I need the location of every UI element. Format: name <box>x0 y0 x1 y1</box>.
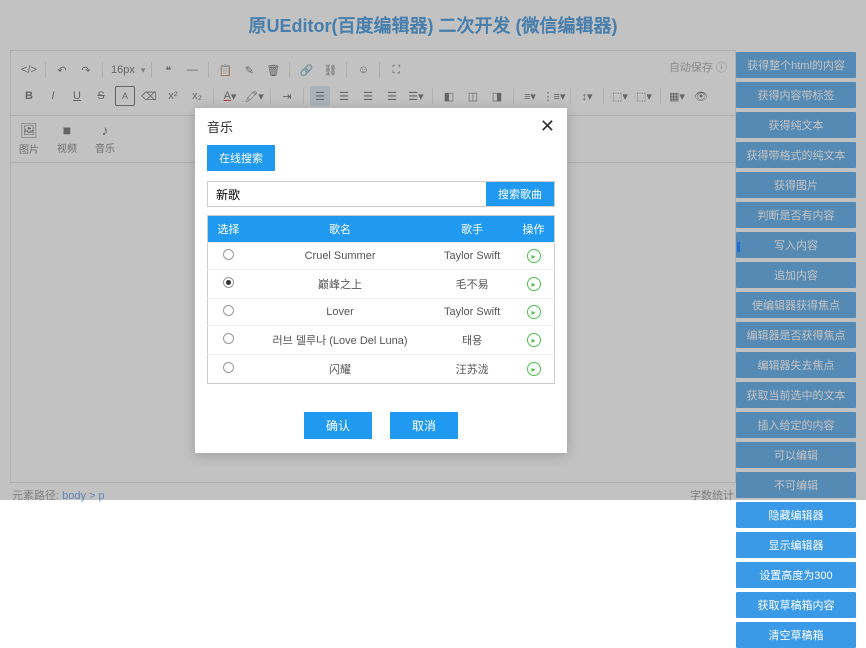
side-btn-18[interactable]: 获取草稿箱内容 <box>736 592 856 618</box>
cancel-button[interactable]: 取消 <box>390 412 458 439</box>
radio-select[interactable] <box>223 249 234 260</box>
table-row: Cruel SummerTaylor Swift ▸ <box>208 243 555 270</box>
song-cell: 巅峰之上 <box>249 270 431 299</box>
close-icon[interactable]: ✕ <box>540 116 555 137</box>
play-icon[interactable]: ▸ <box>527 249 541 263</box>
song-cell: Lover <box>249 299 431 326</box>
side-btn-19[interactable]: 清空草稿箱 <box>736 622 856 648</box>
col-song: 歌名 <box>249 216 431 243</box>
singer-cell: 태용 <box>431 326 513 355</box>
song-cell: 러브 델루나 (Love Del Luna) <box>249 326 431 355</box>
singer-cell: 毛不易 <box>431 270 513 299</box>
music-dialog: 音乐 ✕ 在线搜索 搜索歌曲 选择 歌名 歌手 操作 Cruel SummerT… <box>195 108 567 453</box>
radio-select[interactable] <box>223 277 234 288</box>
side-btn-17[interactable]: 设置高度为300 <box>736 562 856 588</box>
scroll-indicator[interactable] <box>737 242 740 252</box>
radio-select[interactable] <box>223 305 234 316</box>
table-row: 巅峰之上毛不易 ▸ <box>208 270 555 299</box>
tab-online-search[interactable]: 在线搜索 <box>207 145 275 171</box>
singer-cell: Taylor Swift <box>431 243 513 270</box>
search-input[interactable] <box>208 182 486 206</box>
dialog-title: 音乐 <box>207 117 233 136</box>
side-btn-16[interactable]: 显示编辑器 <box>736 532 856 558</box>
ok-button[interactable]: 确认 <box>304 412 372 439</box>
table-row: LoverTaylor Swift ▸ <box>208 299 555 326</box>
singer-cell: 汪苏泷 <box>431 355 513 384</box>
col-singer: 歌手 <box>431 216 513 243</box>
col-select: 选择 <box>208 216 249 243</box>
play-icon[interactable]: ▸ <box>527 277 541 291</box>
search-button[interactable]: 搜索歌曲 <box>486 182 554 206</box>
play-icon[interactable]: ▸ <box>527 305 541 319</box>
col-op: 操作 <box>513 216 554 243</box>
results-table: 选择 歌名 歌手 操作 Cruel SummerTaylor Swift▸巅峰之… <box>207 215 555 384</box>
table-row: 闪耀汪苏泷 ▸ <box>208 355 555 384</box>
radio-select[interactable] <box>223 362 234 373</box>
table-row: 러브 델루나 (Love Del Luna)태용 ▸ <box>208 326 555 355</box>
play-icon[interactable]: ▸ <box>527 362 541 376</box>
play-icon[interactable]: ▸ <box>527 333 541 347</box>
radio-select[interactable] <box>223 333 234 344</box>
song-cell: 闪耀 <box>249 355 431 384</box>
side-btn-15[interactable]: 隐藏编辑器 <box>736 502 856 528</box>
song-cell: Cruel Summer <box>249 243 431 270</box>
singer-cell: Taylor Swift <box>431 299 513 326</box>
